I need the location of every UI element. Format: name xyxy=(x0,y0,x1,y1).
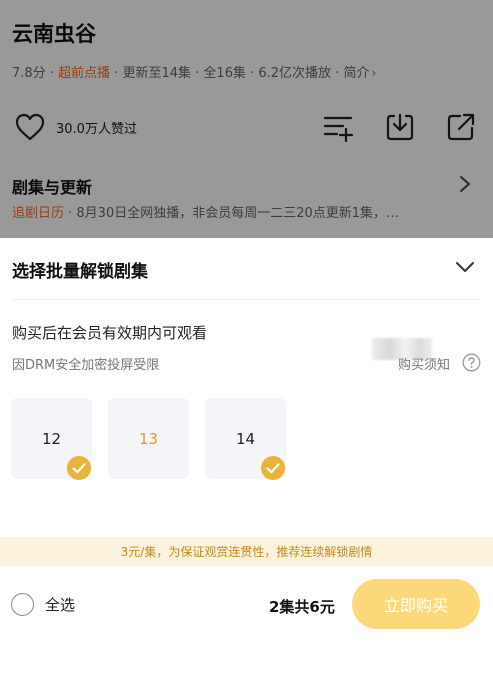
episode-tile-14[interactable]: 14 xyxy=(205,398,286,480)
show-details: 云南虫谷 7.8分 · 超前点播 · 更新至14集 · 全16集 · 6.2亿次… xyxy=(0,0,493,238)
check-icon xyxy=(67,456,91,480)
heart-icon xyxy=(15,113,45,141)
help-icon[interactable] xyxy=(462,353,481,372)
promo-banner: 3元/集，为保证观赏连贯性，推荐连续解锁剧情 xyxy=(0,537,493,566)
purchase-notice-link[interactable]: 购买须知 xyxy=(398,354,450,373)
episode-tile-12[interactable]: 12 xyxy=(11,398,92,480)
share-icon[interactable] xyxy=(446,112,476,142)
episode-number: 12 xyxy=(41,429,62,448)
preview-tag: 超前点播 xyxy=(58,66,111,81)
radio-circle-icon[interactable] xyxy=(11,593,34,616)
select-all-label: 全选 xyxy=(45,596,76,614)
validity-note: 购买后在会员有效期内可观看 xyxy=(12,324,208,342)
rating: 7.8分 · xyxy=(12,66,59,81)
episode-number: 13 xyxy=(138,429,159,448)
add-to-playlist-icon[interactable] xyxy=(323,112,353,142)
chevron-down-icon[interactable] xyxy=(455,260,475,274)
show-title: 云南虫谷 xyxy=(12,22,96,46)
chevron-right-icon[interactable] xyxy=(458,175,472,193)
update-text: · 8月30日全网独播，非会员每周一二三20点更新1集，… xyxy=(64,206,400,221)
price-summary: 2集共6元 xyxy=(269,598,335,616)
show-meta[interactable]: 7.8分 · 超前点播 · 更新至14集 · 全16集 · 6.2亿次播放 · … xyxy=(12,62,376,81)
divider xyxy=(12,299,481,300)
chevron-right-icon: › xyxy=(371,66,377,80)
sheet-title: 选择批量解锁剧集 xyxy=(12,262,148,282)
drm-note: 因DRM安全加密投屏受限 xyxy=(12,358,160,373)
like-button[interactable]: 30.0万人赞过 xyxy=(15,113,137,141)
buy-now-button[interactable]: 立即购买 xyxy=(352,579,480,629)
update-schedule: 追剧日历 · 8月30日全网独播，非会员每周一二三20点更新1集，… xyxy=(12,202,482,221)
episodes-section-title[interactable]: 剧集与更新 xyxy=(12,174,92,198)
meta-rest: · 更新至14集 · 全16集 · 6.2亿次播放 · 简介 xyxy=(110,66,370,81)
like-count: 30.0万人赞过 xyxy=(56,121,137,137)
batch-unlock-sheet: 选择批量解锁剧集 购买后在会员有效期内可观看 因DRM安全加密投屏受限 购买须知… xyxy=(0,238,493,682)
select-all-toggle[interactable]: 全选 xyxy=(11,593,75,616)
episode-tile-13[interactable]: 13 xyxy=(108,398,189,479)
download-icon[interactable] xyxy=(385,112,415,142)
calendar-link[interactable]: 追剧日历 xyxy=(12,206,64,221)
episode-number: 14 xyxy=(235,429,256,448)
check-icon xyxy=(261,456,285,480)
